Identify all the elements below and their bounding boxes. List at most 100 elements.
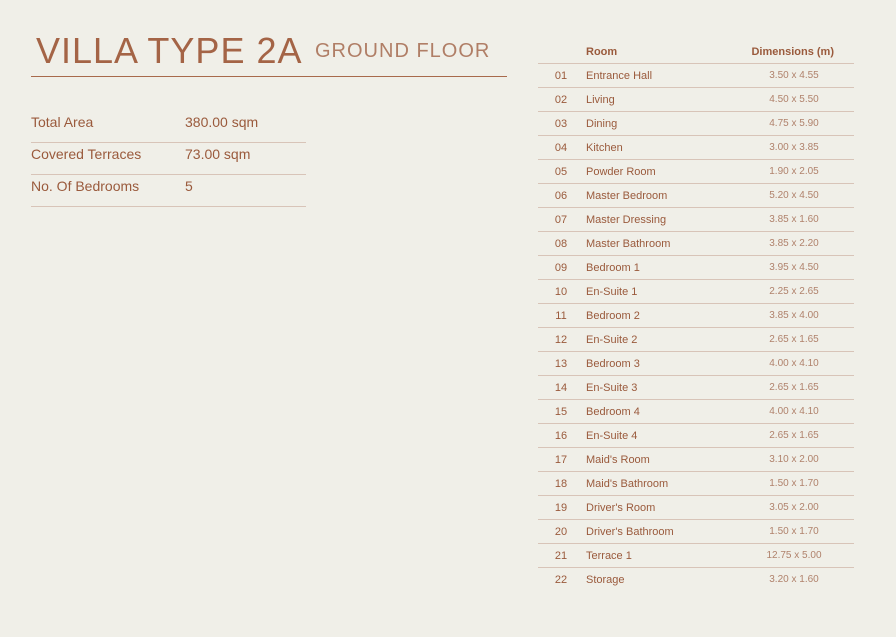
table-row: 02 Living 4.50 x 5.50 [538, 88, 854, 112]
table-row: 09 Bedroom 1 3.95 x 4.50 [538, 256, 854, 280]
table-row: 20 Driver's Bathroom 1.50 x 1.70 [538, 520, 854, 544]
table-row: 07 Master Dressing 3.85 x 1.60 [538, 208, 854, 232]
room-name: Bedroom 1 [586, 262, 640, 274]
room-name: Maid's Room [586, 454, 650, 466]
table-row: 13 Bedroom 3 4.00 x 4.10 [538, 352, 854, 376]
table-row: 15 Bedroom 4 4.00 x 4.10 [538, 400, 854, 424]
room-dimensions: 3.85 x 2.20 [769, 238, 819, 249]
rooms-table-header: Room Dimensions (m) [538, 44, 854, 64]
table-row: 10 En-Suite 1 2.25 x 2.65 [538, 280, 854, 304]
room-dimensions: 4.75 x 5.90 [769, 118, 819, 129]
room-name: Living [586, 94, 615, 106]
summary-label: No. Of Bedrooms [31, 178, 140, 194]
room-name: Master Bathroom [586, 238, 671, 250]
room-number: 17 [554, 454, 568, 466]
room-dimensions: 3.10 x 2.00 [769, 454, 819, 465]
room-number: 14 [554, 382, 568, 394]
room-number: 02 [554, 94, 568, 106]
summary-label: Total Area [31, 114, 94, 130]
room-name: Storage [586, 574, 625, 586]
room-dimensions: 1.90 x 2.05 [769, 166, 819, 177]
room-name: Bedroom 2 [586, 310, 640, 322]
room-number: 18 [554, 478, 568, 490]
room-dimensions: 2.25 x 2.65 [769, 286, 819, 297]
rooms-table: Room Dimensions (m) 01 Entrance Hall 3.50 … [538, 44, 854, 591]
title-block: VILLA TYPE 2A GROUND FLOOR [31, 30, 507, 77]
room-number: 13 [554, 358, 568, 370]
room-dimensions: 3.85 x 4.00 [769, 310, 819, 321]
room-number: 01 [554, 70, 568, 82]
column-header-dimensions: Dimensions (m) [751, 46, 834, 58]
room-dimensions: 3.85 x 1.60 [769, 214, 819, 225]
room-number: 15 [554, 406, 568, 418]
summary-label: Covered Terraces [31, 146, 142, 162]
room-number: 08 [554, 238, 568, 250]
room-number: 19 [554, 502, 568, 514]
column-header-room: Room [586, 46, 618, 58]
room-name: En-Suite 2 [586, 334, 638, 346]
room-number: 16 [554, 430, 568, 442]
table-row: 08 Master Bathroom 3.85 x 2.20 [538, 232, 854, 256]
room-name: Master Bedroom [586, 190, 668, 202]
room-dimensions: 2.65 x 1.65 [769, 430, 819, 441]
room-name: Driver's Bathroom [586, 526, 674, 538]
room-name: En-Suite 4 [586, 430, 638, 442]
summary-row-total-area: Total Area 380.00 sqm [31, 112, 306, 143]
room-dimensions: 2.65 x 1.65 [769, 334, 819, 345]
room-dimensions: 1.50 x 1.70 [769, 478, 819, 489]
summary-value: 380.00 sqm [185, 114, 259, 130]
room-name: Master Dressing [586, 214, 667, 226]
room-number: 03 [554, 118, 568, 130]
summary-row-covered-terraces: Covered Terraces 73.00 sqm [31, 144, 306, 175]
table-row: 21 Terrace 1 12.75 x 5.00 [538, 544, 854, 568]
summary-row-bedrooms: No. Of Bedrooms 5 [31, 176, 306, 207]
table-row: 16 En-Suite 4 2.65 x 1.65 [538, 424, 854, 448]
room-dimensions: 1.50 x 1.70 [769, 526, 819, 537]
room-number: 09 [554, 262, 568, 274]
table-row: 05 Powder Room 1.90 x 2.05 [538, 160, 854, 184]
room-dimensions: 5.20 x 4.50 [769, 190, 819, 201]
table-row: 18 Maid's Bathroom 1.50 x 1.70 [538, 472, 854, 496]
floor-subtitle: GROUND FLOOR [315, 40, 491, 62]
room-number: 05 [554, 166, 568, 178]
room-dimensions: 4.00 x 4.10 [769, 406, 819, 417]
table-row: 22 Storage 3.20 x 1.60 [538, 568, 854, 591]
table-row: 17 Maid's Room 3.10 x 2.00 [538, 448, 854, 472]
page-title: VILLA TYPE 2A [36, 30, 303, 71]
table-row: 06 Master Bedroom 5.20 x 4.50 [538, 184, 854, 208]
room-dimensions: 3.50 x 4.55 [769, 70, 819, 81]
room-dimensions: 3.00 x 3.85 [769, 142, 819, 153]
room-number: 11 [555, 310, 567, 322]
room-number: 21 [554, 550, 568, 562]
room-name: Bedroom 4 [586, 406, 640, 418]
room-dimensions: 3.05 x 2.00 [769, 502, 819, 513]
room-number: 07 [554, 214, 568, 226]
room-number: 20 [554, 526, 568, 538]
room-dimensions: 4.50 x 5.50 [769, 94, 819, 105]
summary-value: 73.00 sqm [185, 146, 251, 162]
room-name: Bedroom 3 [586, 358, 640, 370]
room-name: Entrance Hall [586, 70, 653, 82]
summary-value: 5 [185, 178, 193, 194]
table-row: 12 En-Suite 2 2.65 x 1.65 [538, 328, 854, 352]
room-name: En-Suite 1 [586, 286, 638, 298]
rooms-table-body: 01 Entrance Hall 3.50 x 4.55 02 Living 4.50 x… [538, 64, 854, 591]
table-row: 14 En-Suite 3 2.65 x 1.65 [538, 376, 854, 400]
room-dimensions: 12.75 x 5.00 [766, 550, 822, 561]
room-name: Driver's Room [586, 502, 656, 514]
room-name: Dining [586, 118, 618, 130]
room-number: 10 [554, 286, 568, 298]
table-row: 11 Bedroom 2 3.85 x 4.00 [538, 304, 854, 328]
table-row: 19 Driver's Room 3.05 x 2.00 [538, 496, 854, 520]
room-number: 04 [554, 142, 568, 154]
room-number: 06 [554, 190, 568, 202]
table-row: 01 Entrance Hall 3.50 x 4.55 [538, 64, 854, 88]
room-number: 22 [554, 574, 568, 586]
room-name: Powder Room [586, 166, 656, 178]
room-dimensions: 3.20 x 1.60 [769, 574, 819, 585]
room-dimensions: 4.00 x 4.10 [769, 358, 819, 369]
room-name: Maid's Bathroom [586, 478, 669, 490]
room-number: 12 [554, 334, 568, 346]
room-dimensions: 3.95 x 4.50 [769, 262, 819, 273]
room-dimensions: 2.65 x 1.65 [769, 382, 819, 393]
